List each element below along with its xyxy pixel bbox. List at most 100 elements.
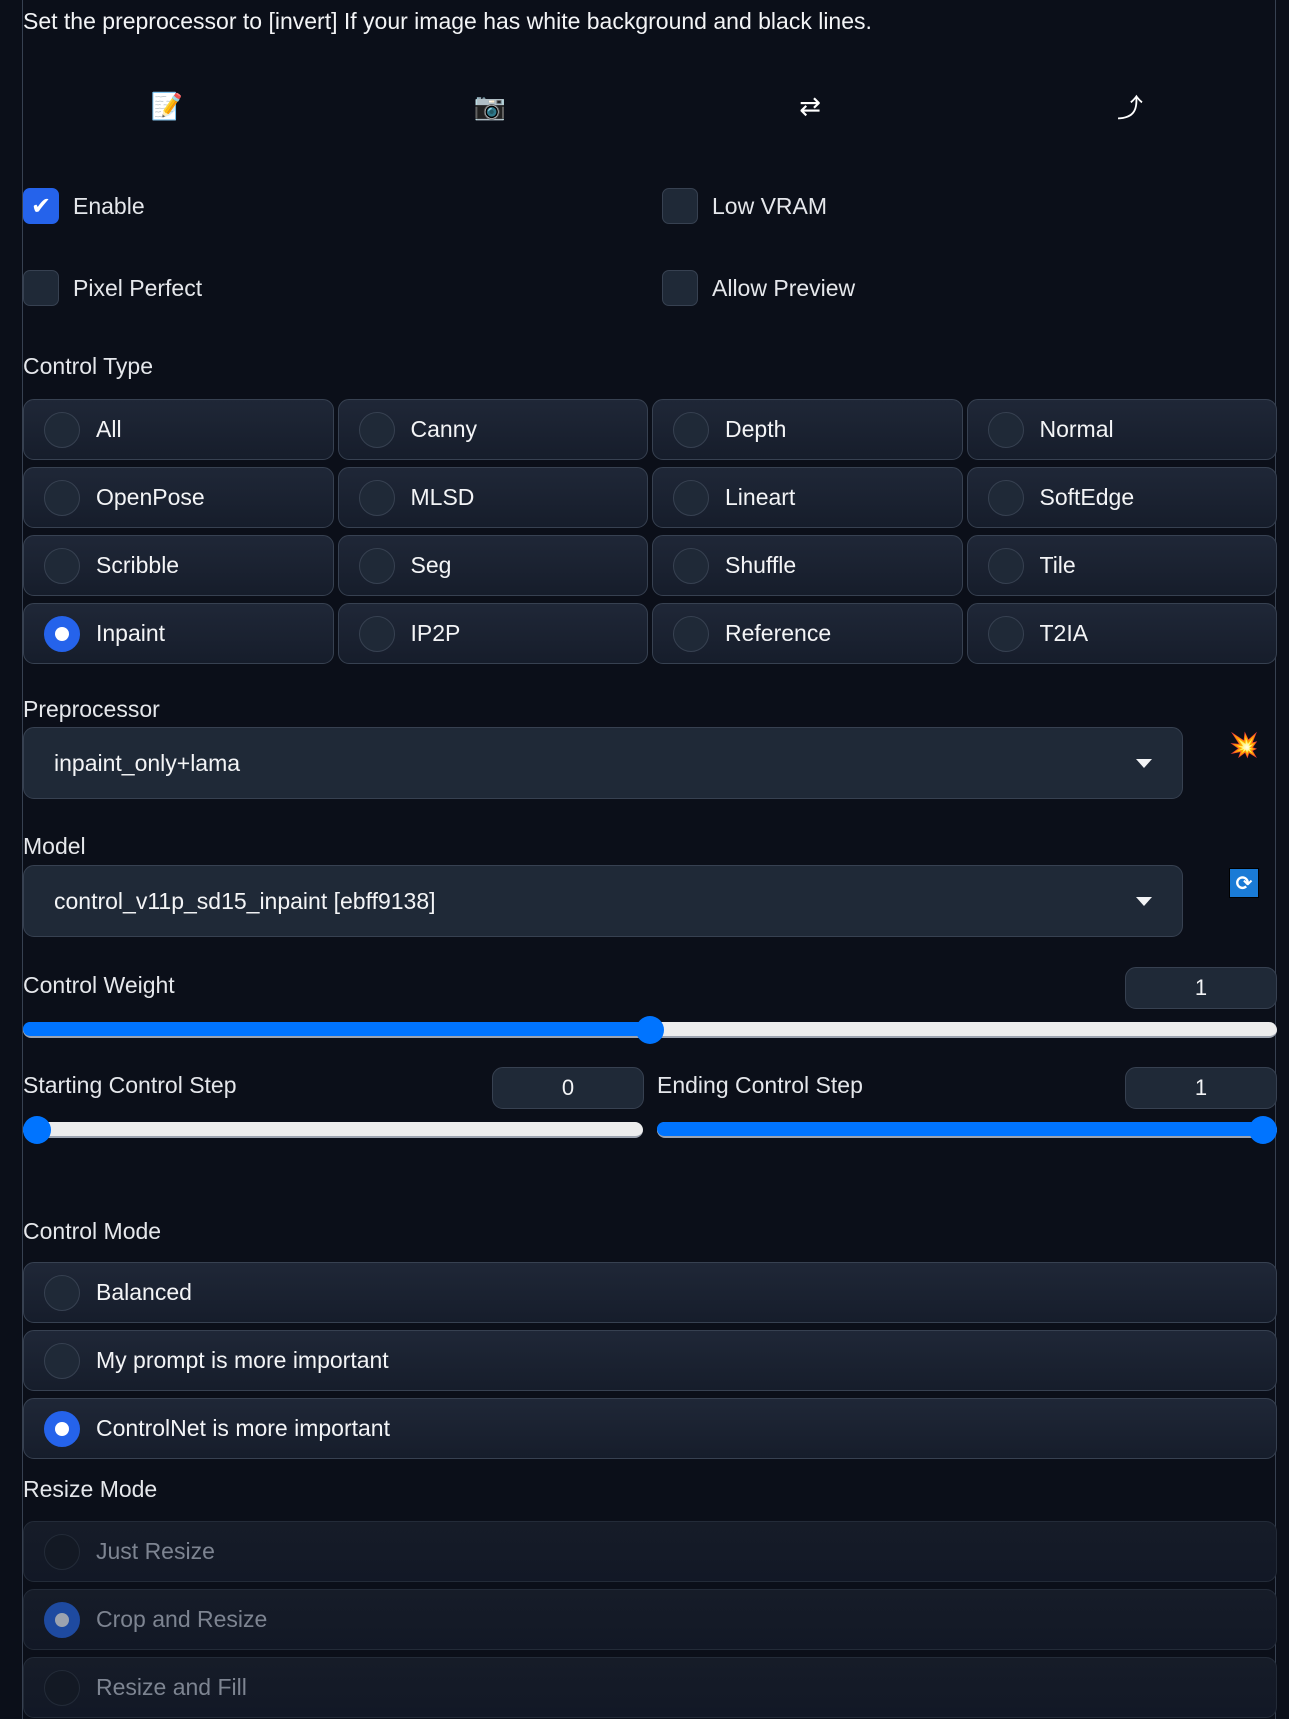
control-type-option-reference[interactable]: Reference (652, 603, 963, 664)
camera-icon[interactable]: 📷 (470, 88, 510, 124)
memo-icon[interactable]: 📝 (147, 88, 187, 124)
radio-button[interactable] (358, 411, 395, 448)
option-label: T2IA (1039, 620, 1089, 646)
option-label: ControlNet is more important (96, 1415, 390, 1441)
radio-button[interactable] (44, 1342, 80, 1379)
radio-button[interactable] (987, 411, 1024, 448)
checkbox-box[interactable] (662, 188, 698, 224)
radio-button[interactable] (44, 615, 80, 652)
control-type-label: Control Type (23, 353, 153, 379)
control-type-option-canny[interactable]: Canny (337, 399, 648, 460)
control-weight-input[interactable]: 1 (1125, 967, 1277, 1009)
pixel-perfect-checkbox[interactable]: Pixel Perfect (23, 270, 202, 306)
control-type-option-normal[interactable]: Normal (966, 399, 1277, 460)
checkbox-box[interactable] (23, 270, 59, 306)
resize-mode-label: Resize Mode (23, 1476, 158, 1502)
radio-button[interactable] (987, 615, 1024, 652)
checkbox-box[interactable] (662, 270, 698, 306)
control-type-option-softedge[interactable]: SoftEdge (966, 467, 1277, 528)
model-dropdown[interactable]: control_v11p_sd15_inpaint [ebff9138] (23, 865, 1183, 937)
radio-button[interactable] (358, 615, 395, 652)
control-type-option-inpaint[interactable]: Inpaint (23, 603, 334, 664)
radio-button[interactable] (358, 547, 395, 584)
hint-text: Set the preprocessor to [invert] If your… (23, 8, 872, 34)
resize-mode-option-resize-and-fill: Resize and Fill (23, 1657, 1277, 1718)
radio-button[interactable] (44, 411, 80, 448)
radio-button[interactable] (44, 1410, 80, 1447)
control-type-option-openpose[interactable]: OpenPose (23, 467, 334, 528)
low-vram-checkbox[interactable]: Low VRAM (662, 188, 827, 224)
control-type-option-seg[interactable]: Seg (337, 535, 648, 596)
radio-button[interactable] (44, 1274, 80, 1311)
radio-button[interactable] (44, 479, 80, 516)
control-type-option-ip2p[interactable]: IP2P (337, 603, 648, 664)
radio-button[interactable] (987, 479, 1024, 516)
option-label: SoftEdge (1039, 484, 1135, 510)
radio-button (44, 1601, 80, 1638)
radio-button[interactable] (673, 615, 709, 652)
ending-step-input[interactable]: 1 (1125, 1067, 1277, 1109)
option-label: Scribble (96, 552, 180, 578)
control-mode-radio-group: Balanced My prompt is more important Contr… (23, 1262, 1277, 1459)
enable-label: Enable (73, 192, 145, 219)
allow-preview-checkbox[interactable]: Allow Preview (662, 270, 855, 306)
option-label: Normal (1039, 416, 1114, 442)
option-label: Inpaint (96, 620, 166, 646)
control-type-option-tile[interactable]: Tile (966, 535, 1277, 596)
option-label: Crop and Resize (96, 1606, 268, 1632)
radio-button[interactable] (673, 547, 709, 584)
checkmark-icon[interactable]: ✔ (23, 188, 59, 224)
control-mode-label: Control Mode (23, 1218, 162, 1244)
radio-button[interactable] (44, 547, 80, 584)
resize-mode-radio-group: Just Resize Crop and Resize Resize and Fil… (23, 1521, 1277, 1718)
run-preprocessor-icon[interactable]: 💥 (1229, 730, 1259, 760)
control-type-option-mlsd[interactable]: MLSD (337, 467, 648, 528)
preprocessor-label: Preprocessor (23, 696, 160, 722)
low-vram-label: Low VRAM (712, 192, 828, 219)
preprocessor-value: inpaint_only+lama (54, 749, 241, 776)
option-label: All (96, 416, 122, 442)
allow-preview-label: Allow Preview (712, 274, 856, 301)
control-type-option-depth[interactable]: Depth (652, 399, 963, 460)
radio-button (44, 1533, 80, 1570)
option-label: Depth (725, 416, 787, 442)
option-label: MLSD (410, 484, 475, 510)
resize-mode-option-just-resize: Just Resize (23, 1521, 1277, 1582)
control-type-option-scribble[interactable]: Scribble (23, 535, 334, 596)
pixel-perfect-label: Pixel Perfect (73, 274, 203, 301)
control-mode-option-controlnet-is-more-important[interactable]: ControlNet is more important (23, 1398, 1277, 1459)
ending-step-slider[interactable] (657, 1116, 1277, 1144)
slider-fill (23, 1022, 650, 1036)
control-type-option-shuffle[interactable]: Shuffle (652, 535, 963, 596)
control-weight-slider[interactable] (23, 1016, 1277, 1044)
control-mode-option-balanced[interactable]: Balanced (23, 1262, 1277, 1323)
radio-button[interactable] (673, 411, 709, 448)
control-mode-option-my-prompt-is-more-important[interactable]: My prompt is more important (23, 1330, 1277, 1391)
starting-step-slider[interactable] (23, 1116, 643, 1144)
starting-step-input[interactable]: 0 (492, 1067, 644, 1109)
option-label: Tile (1039, 552, 1076, 578)
slider-thumb[interactable] (23, 1116, 51, 1144)
send-arrow-icon[interactable]: ⤴ (1110, 88, 1150, 124)
control-type-option-lineart[interactable]: Lineart (652, 467, 963, 528)
option-label: Resize and Fill (96, 1674, 247, 1700)
chevron-down-icon (1136, 758, 1152, 768)
starting-step-label: Starting Control Step (23, 1072, 237, 1098)
chevron-down-icon (1136, 896, 1152, 906)
refresh-models-icon[interactable]: ⟳ (1229, 868, 1259, 898)
swap-arrows-icon[interactable]: ⇄ (790, 88, 830, 124)
enable-checkbox[interactable]: ✔ Enable (23, 188, 145, 224)
preprocessor-dropdown[interactable]: inpaint_only+lama (23, 727, 1183, 799)
controlnet-panel (22, 0, 1276, 1719)
control-type-option-all[interactable]: All (23, 399, 334, 460)
radio-button[interactable] (673, 479, 709, 516)
option-label: Just Resize (96, 1538, 215, 1564)
control-type-option-t2ia[interactable]: T2IA (966, 603, 1277, 664)
radio-button[interactable] (358, 479, 395, 516)
resize-mode-option-crop-and-resize: Crop and Resize (23, 1589, 1277, 1650)
slider-fill (657, 1122, 1263, 1136)
radio-button[interactable] (987, 547, 1024, 584)
option-label: Balanced (96, 1279, 192, 1305)
slider-thumb[interactable] (1249, 1116, 1277, 1144)
slider-thumb[interactable] (636, 1016, 664, 1044)
